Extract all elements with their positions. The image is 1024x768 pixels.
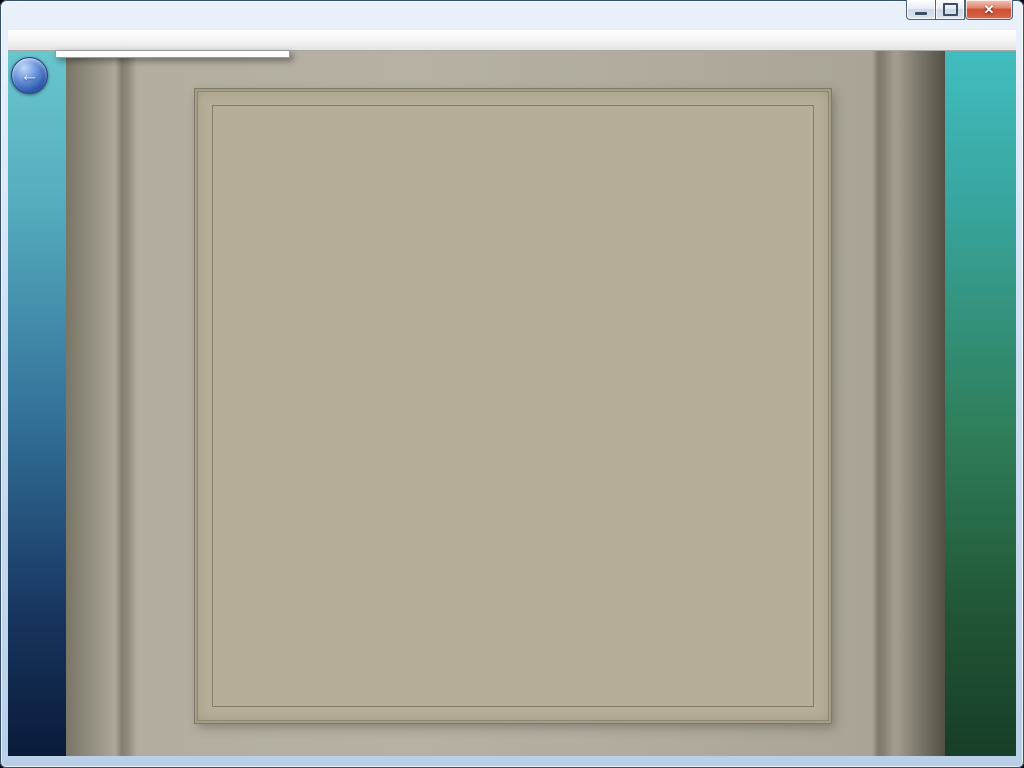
maximize-icon [943, 3, 958, 16]
left-panel: ← [8, 51, 66, 756]
minimize-button[interactable] [906, 0, 935, 20]
back-arrow-icon: ← [20, 66, 39, 85]
menu-bar [8, 30, 1016, 51]
right-panel [945, 51, 1016, 756]
game-scene: ← [8, 51, 1016, 756]
caption-buttons: ✕ [906, 0, 1013, 20]
table-groove-right [872, 51, 894, 756]
table-edge-right [898, 51, 945, 756]
title-bar[interactable]: ✕ [0, 0, 1024, 30]
table-groove-left [115, 51, 137, 756]
close-icon: ✕ [984, 2, 995, 18]
close-button[interactable]: ✕ [965, 0, 1013, 20]
echiquier-menu-popup [55, 50, 290, 58]
minimize-icon [915, 12, 927, 15]
back-button[interactable]: ← [11, 57, 48, 94]
app-window: ✕ ← [0, 0, 1024, 768]
chess-board [213, 106, 813, 706]
maximize-button[interactable] [935, 0, 965, 20]
